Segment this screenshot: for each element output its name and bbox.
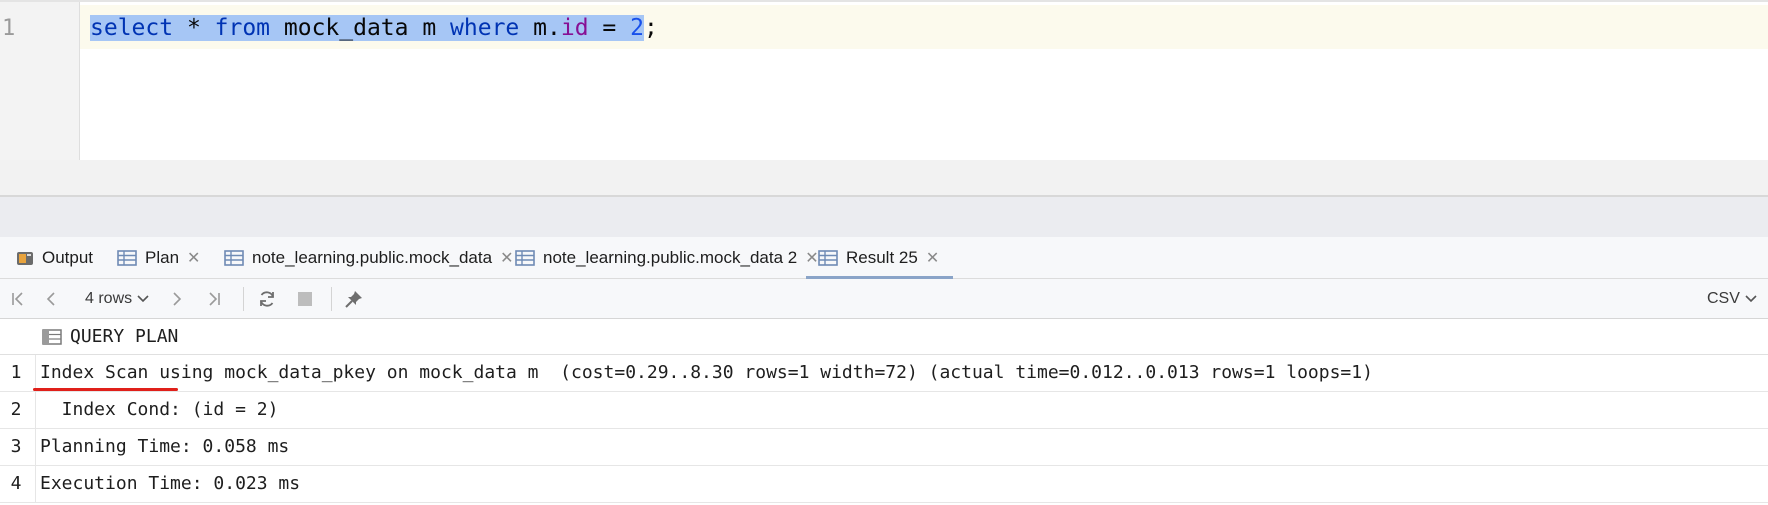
chevron-down-icon [1745, 295, 1757, 303]
column-header-query-plan[interactable]: QUERY PLAN [70, 319, 178, 355]
table-row[interactable]: 1 Index Scan using mock_data_pkey on moc… [0, 355, 1768, 392]
table-cell[interactable]: Index Scan using mock_data_pkey on mock_… [40, 355, 1373, 391]
export-format-dropdown[interactable]: CSV [1707, 279, 1758, 319]
table-icon [224, 250, 244, 266]
last-page-button[interactable] [206, 279, 222, 319]
page-size-dropdown[interactable]: 4 rows [85, 279, 150, 319]
keyword-where: where [450, 15, 520, 41]
table-icon [117, 250, 137, 266]
sql-code-line[interactable]: select * from mock_data m where m.id = 2… [90, 9, 658, 47]
tab-plan-label: Plan [145, 248, 180, 267]
pin-icon [345, 291, 362, 308]
editor-status-area [0, 160, 1768, 197]
chevron-down-icon [137, 295, 149, 303]
tab-mock-data-label: note_learning.public.mock_data [252, 248, 493, 267]
tab-output-label: Output [42, 248, 94, 267]
keyword-from: from [214, 15, 271, 41]
tab-mock-data[interactable]: note_learning.public.mock_data ✕ [224, 237, 513, 279]
export-format-label: CSV [1707, 290, 1740, 307]
chevron-right-icon [173, 292, 182, 306]
annotation-underline [33, 388, 178, 391]
tab-mock-data-2[interactable]: note_learning.public.mock_data 2 ✕ [515, 237, 819, 279]
token-value: 2 [630, 15, 644, 41]
stop-icon [298, 292, 312, 306]
token-equals: = [588, 15, 631, 41]
close-icon[interactable]: ✕ [500, 248, 513, 268]
services-panel-header [0, 197, 1768, 237]
token-table: mock_data m [270, 15, 451, 41]
row-number: 4 [10, 473, 22, 494]
row-number: 3 [10, 436, 22, 457]
chevron-left-icon [46, 292, 55, 306]
tab-result-25-label: Result 25 [846, 248, 918, 267]
tab-output[interactable]: Output [16, 237, 93, 279]
previous-page-button[interactable] [44, 279, 58, 319]
token-semicolon: ; [643, 15, 658, 41]
table-icon [818, 250, 838, 266]
stop-button[interactable] [297, 279, 313, 319]
close-icon[interactable]: ✕ [187, 248, 200, 268]
token-column-id: id [560, 15, 589, 41]
rows-count-label: 4 rows [85, 290, 133, 307]
editor-gutter: 1 [0, 2, 80, 160]
selected-query[interactable]: select * from mock_data m where m.id = 2 [90, 15, 644, 41]
keyword-select: select [90, 15, 174, 41]
table-row[interactable]: 4 Execution Time: 0.023 ms [0, 466, 1768, 503]
last-page-icon [209, 292, 220, 306]
tab-mock-data-2-label: note_learning.public.mock_data 2 [543, 248, 798, 267]
tab-plan[interactable]: Plan ✕ [117, 237, 200, 279]
result-tab-bar: Output Plan ✕ note_learning.public.mock_… [0, 237, 1768, 279]
result-grid: QUERY PLAN 1 Index Scan using mock_data_… [0, 319, 1768, 505]
refresh-icon [260, 291, 274, 307]
sql-editor[interactable]: 1 select * from mock_data m where m.id =… [0, 0, 1768, 160]
table-cell[interactable]: Planning Time: 0.058 ms [40, 429, 289, 465]
column-table-icon [42, 329, 62, 345]
token-alias: m. [519, 15, 561, 41]
close-icon[interactable]: ✕ [926, 248, 939, 268]
tab-result-25[interactable]: Result 25 ✕ [806, 237, 954, 279]
table-row[interactable]: 2 Index Cond: (id = 2) [0, 392, 1768, 429]
first-page-icon [12, 292, 23, 306]
refresh-button[interactable] [257, 279, 277, 319]
table-row[interactable]: 3 Planning Time: 0.058 ms [0, 429, 1768, 466]
pin-tab-button[interactable] [344, 279, 364, 319]
table-icon [515, 250, 535, 266]
editor-line-number: 1 [2, 16, 16, 41]
toolbar-separator [243, 287, 244, 311]
toolbar-separator [331, 287, 332, 311]
output-icon [17, 252, 33, 265]
table-cell[interactable]: Execution Time: 0.023 ms [40, 466, 300, 502]
row-number: 1 [10, 362, 22, 383]
result-toolbar: 4 rows CSV [0, 279, 1768, 319]
first-page-button[interactable] [10, 279, 26, 319]
table-cell[interactable]: Index Cond: (id = 2) [40, 392, 279, 428]
row-number: 2 [10, 399, 22, 420]
editor-top-border [0, 0, 1768, 2]
token-star: * [173, 15, 215, 41]
next-page-button[interactable] [170, 279, 184, 319]
grid-header-row: QUERY PLAN [0, 319, 1768, 355]
